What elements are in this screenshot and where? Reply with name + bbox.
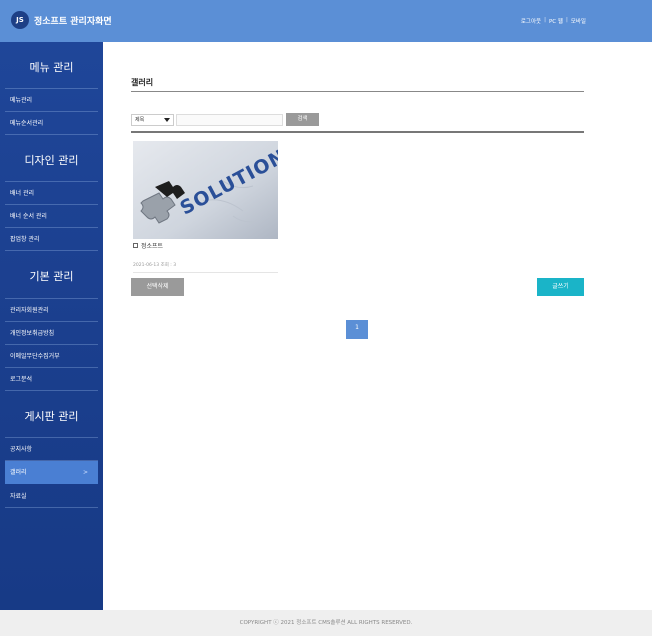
- item-checkbox[interactable]: [133, 243, 138, 248]
- sidebar-item-popup[interactable]: 팝업창 관리: [5, 228, 98, 251]
- sidebar-item-archive[interactable]: 자료실: [5, 485, 98, 508]
- mobile-link[interactable]: 모바일: [571, 17, 586, 25]
- sidebar-item-label: 갤러리: [10, 469, 27, 476]
- sidebar-item-privacy[interactable]: 개인정보취급방침: [5, 322, 98, 345]
- sidebar-item-email-refusal[interactable]: 이메일무단수집거부: [5, 345, 98, 368]
- divider: [133, 272, 278, 273]
- sidebar-item-gallery[interactable]: 갤러리 >: [5, 461, 98, 484]
- sidebar-item-log-analysis[interactable]: 로그분석: [5, 368, 98, 391]
- caret-down-icon: [164, 118, 170, 122]
- menu-group-title: 메뉴 관리: [29, 61, 74, 74]
- logo-icon[interactable]: JS: [11, 11, 29, 29]
- sidebar-item-banner-order[interactable]: 배너 순서 관리: [5, 205, 98, 228]
- write-button[interactable]: 글쓰기: [537, 278, 584, 296]
- menu-group-title: 기본 관리: [29, 270, 74, 283]
- menu-group-title: 디자인 관리: [24, 154, 79, 167]
- top-links: 로그아웃 | PC 웹 | 모바일: [521, 17, 586, 25]
- delete-selected-button[interactable]: 선택삭제: [131, 278, 184, 296]
- item-meta: 2021-06-13 조회 : 3: [133, 263, 177, 268]
- menu-group-title: 게시판 관리: [24, 410, 79, 423]
- search-field-select[interactable]: 제목: [131, 114, 174, 126]
- link-separator: |: [565, 17, 568, 23]
- sidebar-item-admin-members[interactable]: 관리자회원관리: [5, 299, 98, 322]
- chevron-right-icon: >: [82, 469, 88, 476]
- copyright-text: COPYRIGHT ⓒ 2021 정소프트 CMS솔루션 ALL RIGHTS …: [239, 620, 413, 626]
- sidebar-item-menu-manage[interactable]: 메뉴관리: [5, 89, 98, 112]
- page-title: 갤러리: [131, 78, 154, 87]
- sidebar-item-banner[interactable]: 배너 관리: [5, 182, 98, 205]
- sidebar: 메뉴 관리 메뉴관리 메뉴순서관리 디자인 관리 배너 관리 배너 순서 관리 …: [0, 42, 103, 610]
- solution-puzzle-image: SOLUTION: [133, 141, 278, 239]
- divider: [131, 131, 584, 133]
- search-button[interactable]: 검색: [286, 113, 319, 126]
- sidebar-item-menu-order[interactable]: 메뉴순서관리: [5, 112, 98, 135]
- logout-link[interactable]: 로그아웃: [521, 17, 541, 25]
- divider: [131, 91, 584, 92]
- footer: COPYRIGHT ⓒ 2021 정소프트 CMS솔루션 ALL RIGHTS …: [0, 610, 652, 636]
- search-input[interactable]: [176, 114, 283, 126]
- top-header: JS 정소프트 관리자화면 로그아웃 | PC 웹 | 모바일: [0, 0, 652, 42]
- site-title[interactable]: 정소프트 관리자화면: [34, 14, 112, 27]
- link-separator: |: [544, 17, 546, 23]
- item-title[interactable]: 정소프트: [141, 241, 163, 250]
- pc-web-link[interactable]: PC 웹: [549, 17, 563, 25]
- sidebar-item-notice[interactable]: 공지사항: [5, 438, 98, 461]
- gallery-thumbnail[interactable]: SOLUTION: [133, 141, 278, 239]
- pagination-page-1[interactable]: 1: [346, 320, 368, 339]
- select-value: 제목: [135, 117, 145, 123]
